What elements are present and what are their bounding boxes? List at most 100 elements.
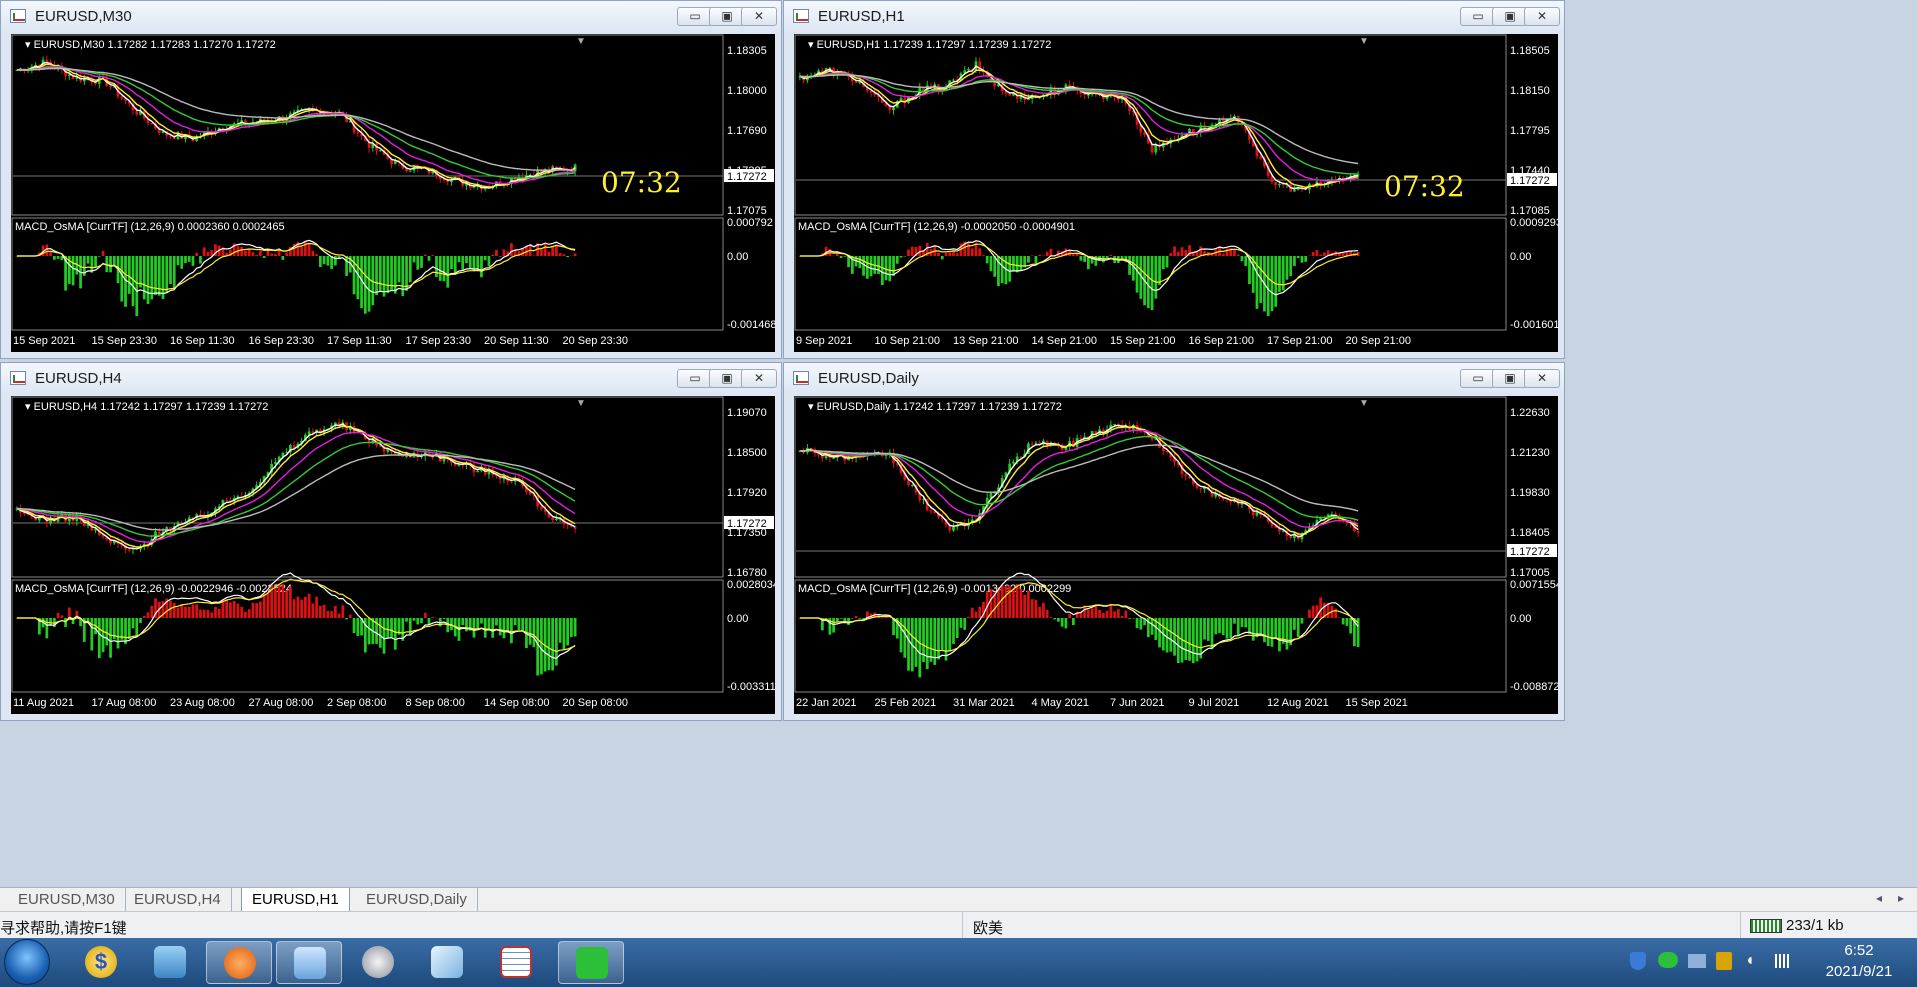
macd-histogram-bar: [1083, 256, 1086, 262]
macd-histogram-bar: [356, 256, 360, 300]
macd-histogram-bar: [1300, 256, 1304, 263]
time-axis-label: 22 Jan 2021: [796, 697, 857, 709]
start-orb-icon[interactable]: [4, 939, 50, 985]
macd-histogram-bar: [1105, 256, 1109, 259]
time-axis-label: 17 Sep 11:30: [327, 335, 392, 347]
macd-histogram-bar: [1225, 248, 1229, 256]
macd-histogram-bar: [1045, 609, 1049, 618]
macd-histogram-bar: [1049, 248, 1053, 256]
time-axis-label: 2 Sep 08:00: [327, 697, 386, 709]
minimize-button[interactable]: ▭: [677, 7, 713, 26]
macd-histogram-bar: [1049, 617, 1053, 618]
minimize-button[interactable]: ▭: [1460, 7, 1496, 26]
macd-histogram-bar: [161, 256, 165, 300]
taskbar-app-chart[interactable]: [276, 941, 342, 984]
chart-canvas[interactable]: ▾ EURUSD,Daily 1.17242 1.17297 1.17239 1…: [794, 396, 1558, 714]
candle-body: [1113, 424, 1116, 426]
taskbar-app-wechat[interactable]: [558, 941, 624, 984]
macd-histogram-bar: [880, 256, 884, 286]
moving-average-line: [799, 73, 1359, 175]
macd-histogram-bar: [480, 618, 483, 624]
mdi-workspace: EURUSD,M30 ▭ ▣ ✕ ▾ EURUSD,M30 1.17282 1.…: [0, 0, 1917, 887]
macd-histogram-bar: [326, 256, 330, 266]
macd-histogram-bar: [184, 606, 187, 618]
macd-histogram-bar: [888, 256, 892, 282]
signal-icon[interactable]: [1775, 954, 1789, 968]
chart-canvas[interactable]: ▾ EURUSD,H1 1.17239 1.17297 1.17239 1.17…: [794, 34, 1558, 352]
macd-histogram-bar: [251, 602, 255, 618]
chart-canvas[interactable]: ▾ EURUSD,H4 1.17242 1.17297 1.17239 1.17…: [11, 396, 775, 714]
window-titlebar[interactable]: EURUSD,Daily ▭ ▣ ✕: [784, 363, 1564, 393]
taskbar-app-dollar[interactable]: $: [68, 941, 134, 984]
macd-histogram-bar: [214, 606, 217, 618]
volume-icon[interactable]: [1716, 952, 1732, 970]
close-button[interactable]: ✕: [1524, 369, 1560, 388]
taskbar-app-users[interactable]: [137, 941, 203, 984]
window-titlebar[interactable]: EURUSD,H4 ▭ ▣ ✕: [1, 363, 781, 393]
chart-dropdown-icon: ▼: [576, 398, 586, 409]
macd-histogram-bar: [1300, 618, 1304, 624]
tab-eurusd-h1[interactable]: EURUSD,H1: [241, 888, 350, 912]
chart-svg[interactable]: ▾ EURUSD,H4 1.17242 1.17297 1.17239 1.17…: [11, 396, 775, 714]
close-button[interactable]: ✕: [741, 7, 777, 26]
tab-eurusd-daily[interactable]: EURUSD,Daily: [356, 888, 478, 911]
window-titlebar[interactable]: EURUSD,M30 ▭ ▣ ✕: [1, 1, 781, 31]
macd-header: MACD_OsMA [CurrTF] (12,26,9) -0.0022946 …: [15, 583, 292, 595]
network-icon[interactable]: [1688, 954, 1706, 968]
tab-eurusd-m30[interactable]: EURUSD,M30: [8, 888, 126, 911]
taskbar-app-calendar[interactable]: [483, 941, 549, 984]
macd-histogram-bar: [1158, 256, 1161, 285]
window-titlebar[interactable]: EURUSD,H1 ▭ ▣ ✕: [784, 1, 1564, 31]
current-price-label: 1.17272: [727, 171, 767, 183]
taskbar-app-trading[interactable]: [206, 941, 272, 984]
chart-window-h4[interactable]: EURUSD,H4 ▭ ▣ ✕ ▾ EURUSD,H4 1.17242 1.17…: [0, 362, 782, 721]
chart-window-h1[interactable]: EURUSD,H1 ▭ ▣ ✕ ▾ EURUSD,H1 1.17239 1.17…: [783, 0, 1565, 359]
macd-histogram-bar: [386, 618, 390, 639]
macd-histogram-bar: [892, 256, 895, 276]
macd-scale-label: 0.00: [1510, 613, 1531, 625]
macd-histogram-bar: [1098, 609, 1101, 618]
chart-svg[interactable]: ▾ EURUSD,Daily 1.17242 1.17297 1.17239 1…: [794, 396, 1558, 714]
maximize-button[interactable]: ▣: [709, 7, 745, 26]
macd-histogram-bar: [1038, 254, 1042, 256]
price-scale-label: 1.18500: [727, 447, 767, 459]
close-button[interactable]: ✕: [1524, 7, 1560, 26]
taskbar-app-media[interactable]: [345, 941, 411, 984]
candle-body: [120, 96, 124, 99]
taskbar-app-notepad[interactable]: [414, 941, 480, 984]
current-price-label: 1.17272: [727, 518, 767, 530]
maximize-button[interactable]: ▣: [709, 369, 745, 388]
chart-svg[interactable]: ▾ EURUSD,H1 1.17239 1.17297 1.17239 1.17…: [794, 34, 1558, 352]
macd-histogram-bar: [1308, 609, 1311, 618]
clock-date[interactable]: 2021/9/21: [1810, 963, 1908, 980]
macd-histogram-bar: [959, 618, 963, 628]
chart-canvas[interactable]: ▾ EURUSD,M30 1.17282 1.17283 1.17270 1.1…: [11, 34, 775, 352]
minimize-button[interactable]: ▭: [1460, 369, 1496, 388]
chart-window-icon: [793, 9, 809, 23]
maximize-button[interactable]: ▣: [1492, 7, 1528, 26]
minimize-button[interactable]: ▭: [677, 369, 713, 388]
chart-window-m30[interactable]: EURUSD,M30 ▭ ▣ ✕ ▾ EURUSD,M30 1.17282 1.…: [0, 0, 782, 359]
maximize-button[interactable]: ▣: [1492, 369, 1528, 388]
speaker-icon[interactable]: ◖: [1745, 952, 1755, 970]
macd-histogram-bar: [869, 256, 873, 277]
macd-histogram-bar: [120, 256, 124, 302]
macd-histogram-bar: [236, 603, 240, 618]
macd-histogram-bar: [468, 256, 472, 268]
wechat-tray-icon[interactable]: [1658, 952, 1678, 968]
shield-icon[interactable]: [1630, 952, 1646, 970]
tab-eurusd-h4[interactable]: EURUSD,H4: [124, 888, 232, 911]
tab-scroll-left-icon[interactable]: ◂: [1876, 891, 1882, 905]
chart-window-daily[interactable]: EURUSD,Daily ▭ ▣ ✕ ▾ EURUSD,Daily 1.1724…: [783, 362, 1565, 721]
macd-histogram-bar: [247, 609, 251, 618]
macd-histogram-bar: [139, 618, 142, 623]
tab-scroll-right-icon[interactable]: ▸: [1898, 891, 1904, 905]
macd-histogram-bar: [1057, 618, 1060, 622]
macd-histogram-bar: [491, 618, 495, 638]
macd-histogram-bar: [1146, 256, 1150, 309]
close-button[interactable]: ✕: [741, 369, 777, 388]
macd-histogram-bar: [442, 256, 446, 282]
clock-time[interactable]: 6:52: [1810, 942, 1908, 959]
macd-histogram-bar: [109, 618, 112, 658]
chart-svg[interactable]: ▾ EURUSD,M30 1.17282 1.17283 1.17270 1.1…: [11, 34, 775, 352]
